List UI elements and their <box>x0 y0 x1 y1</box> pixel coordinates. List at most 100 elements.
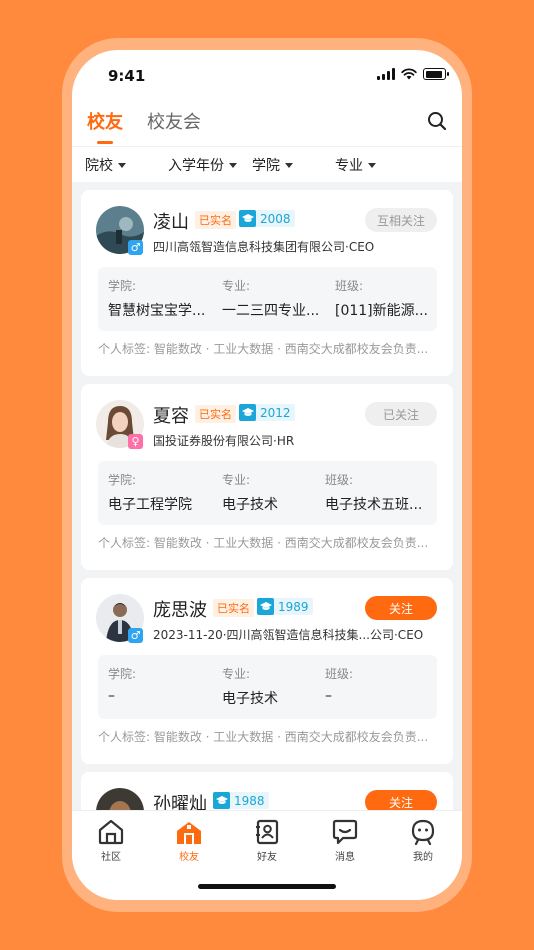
class-label: 班级: <box>335 279 364 293</box>
year-text: 2008 <box>260 211 291 226</box>
class-col: 班级: – <box>325 665 353 704</box>
search-icon[interactable] <box>426 110 448 132</box>
alumni-card[interactable]: ♂ 凌山 已实名 2008 互相关注 四川高瓴智造信息科技集团有限公司·CEO … <box>81 190 453 376</box>
verified-badge: 已实名 <box>195 405 236 423</box>
alumni-list: ♂ 凌山 已实名 2008 互相关注 四川高瓴智造信息科技集团有限公司·CEO … <box>72 182 462 810</box>
alumni-card[interactable]: 孙曜灿 1988 关注 <box>81 772 453 810</box>
tabbar-label: 我的 <box>413 852 433 863</box>
verified-badge: 已实名 <box>213 599 254 617</box>
college-label: 学院: <box>108 667 137 681</box>
filter-school-label: 院校 <box>85 158 113 174</box>
info-box: 学院: 电子工程学院 专业: 电子技术 班级: 电子技术五班... <box>98 461 437 525</box>
follow-button[interactable]: 关注 <box>365 596 437 620</box>
tabbar-friends[interactable]: 好友 <box>242 819 292 863</box>
company-title: 国投证券股份有限公司·HR <box>153 434 295 448</box>
enrollment-year-badge: 2012 <box>239 404 295 421</box>
tabbar-mine[interactable]: 我的 <box>398 819 448 863</box>
college-label: 学院: <box>108 473 137 487</box>
follow-button[interactable]: 已关注 <box>365 402 437 426</box>
year-text: 1989 <box>278 599 309 614</box>
alumni-name: 孙曜灿 <box>153 794 207 810</box>
filter-enrollment-year[interactable]: 入学年份 <box>168 155 237 175</box>
college-col: 学院: 电子工程学院 <box>108 471 192 514</box>
tabbar-community[interactable]: 社区 <box>86 819 136 863</box>
major-value: 电子技术 <box>222 691 278 707</box>
college-value: – <box>108 688 115 704</box>
tab-alumni-association[interactable]: 校友会 <box>147 108 201 134</box>
company-title: 四川高瓴智造信息科技集团有限公司·CEO <box>153 240 375 254</box>
info-box: 学院: 智慧树宝宝学... 专业: 一二三四专业... 班级: [011]新能源… <box>98 267 437 331</box>
class-label: 班级: <box>325 667 354 681</box>
avatar[interactable] <box>96 788 144 810</box>
follow-button[interactable]: 互相关注 <box>365 208 437 232</box>
filter-college-label: 学院 <box>252 158 280 174</box>
graduation-cap-icon <box>213 792 230 809</box>
personal-tags: 个人标签: 智能数改 · 工业大数据 · 西南交大成都校友会负责... <box>98 730 429 744</box>
tabbar-alumni[interactable]: 校友 <box>164 819 214 863</box>
major-col: 专业: 一二三四专业... <box>222 277 319 320</box>
filter-bar: 院校 入学年份 学院 专业 <box>72 146 462 182</box>
filter-college[interactable]: 学院 <box>252 155 293 175</box>
major-value: 电子技术 <box>222 497 278 513</box>
filter-major[interactable]: 专业 <box>335 155 376 175</box>
home-indicator[interactable] <box>198 884 336 889</box>
tab-alumni[interactable]: 校友 <box>87 108 123 134</box>
caret-down-icon <box>229 162 237 168</box>
college-value: 电子工程学院 <box>108 497 192 513</box>
contacts-icon <box>256 819 279 845</box>
class-value: [011]新能源... <box>335 303 428 319</box>
alumni-name: 夏容 <box>153 406 189 427</box>
tabbar-messages[interactable]: 消息 <box>320 819 370 863</box>
class-col: 班级: 电子技术五班... <box>325 471 422 514</box>
major-label: 专业: <box>222 667 251 681</box>
home-icon <box>98 819 124 845</box>
wifi-icon <box>401 68 417 80</box>
college-col: 学院: – <box>108 665 136 704</box>
alumni-card[interactable]: ♀ 夏容 已实名 2012 已关注 国投证券股份有限公司·HR 学院: 电子工程… <box>81 384 453 570</box>
info-box: 学院: – 专业: 电子技术 班级: – <box>98 655 437 719</box>
alumni-name: 庞思波 <box>153 600 207 621</box>
male-icon: ♂ <box>128 240 143 255</box>
alumni-name: 凌山 <box>153 212 189 233</box>
class-col: 班级: [011]新能源... <box>335 277 428 320</box>
caret-down-icon <box>368 162 376 168</box>
caret-down-icon <box>285 162 293 168</box>
enrollment-year-badge: 1988 <box>213 792 269 809</box>
system-icons <box>377 68 449 80</box>
school-icon <box>177 822 201 844</box>
status-bar: 9:41 <box>72 50 462 102</box>
tabbar-label: 社区 <box>101 852 121 863</box>
college-value: 智慧树宝宝学... <box>108 303 206 319</box>
major-label: 专业: <box>222 473 251 487</box>
caret-down-icon <box>118 162 126 168</box>
class-value: 电子技术五班... <box>325 497 423 513</box>
year-text: 2012 <box>260 405 291 420</box>
verified-badge: 已实名 <box>195 211 236 229</box>
signal-icon <box>377 68 395 80</box>
enrollment-year-badge: 2008 <box>239 210 295 227</box>
filter-major-label: 专业 <box>335 158 363 174</box>
company-title: 2023-11-20·四川高瓴智造信息科技集...公司·CEO <box>153 628 424 642</box>
enrollment-year-badge: 1989 <box>257 598 313 615</box>
filter-school[interactable]: 院校 <box>85 155 126 175</box>
profile-icon <box>411 819 435 845</box>
alumni-card[interactable]: ♂ 庞思波 已实名 1989 关注 2023-11-20·四川高瓴智造信息科技集… <box>81 578 453 764</box>
tabbar-label: 好友 <box>257 852 277 863</box>
tabbar-label: 校友 <box>179 852 199 863</box>
battery-icon <box>423 68 449 80</box>
status-time: 9:41 <box>108 67 146 85</box>
follow-button[interactable]: 关注 <box>365 790 437 810</box>
major-value: 一二三四专业... <box>222 303 320 319</box>
message-icon <box>332 819 358 845</box>
tabbar-label: 消息 <box>335 852 355 863</box>
personal-tags: 个人标签: 智能数改 · 工业大数据 · 西南交大成都校友会负责... <box>98 536 429 550</box>
personal-tags: 个人标签: 智能数改 · 工业大数据 · 西南交大成都校友会负责... <box>98 342 429 356</box>
male-icon: ♂ <box>128 628 143 643</box>
graduation-cap-icon <box>257 598 274 615</box>
filter-year-label: 入学年份 <box>168 158 224 174</box>
class-value: – <box>325 688 332 704</box>
graduation-cap-icon <box>239 210 256 227</box>
major-col: 专业: 电子技术 <box>222 471 278 514</box>
phone-screen: 9:41 校友 校友会 院校 入学年份 学院 专业 ♂ 凌山 已实名 2008 … <box>72 50 462 900</box>
top-tabs: 校友 校友会 <box>72 102 462 146</box>
